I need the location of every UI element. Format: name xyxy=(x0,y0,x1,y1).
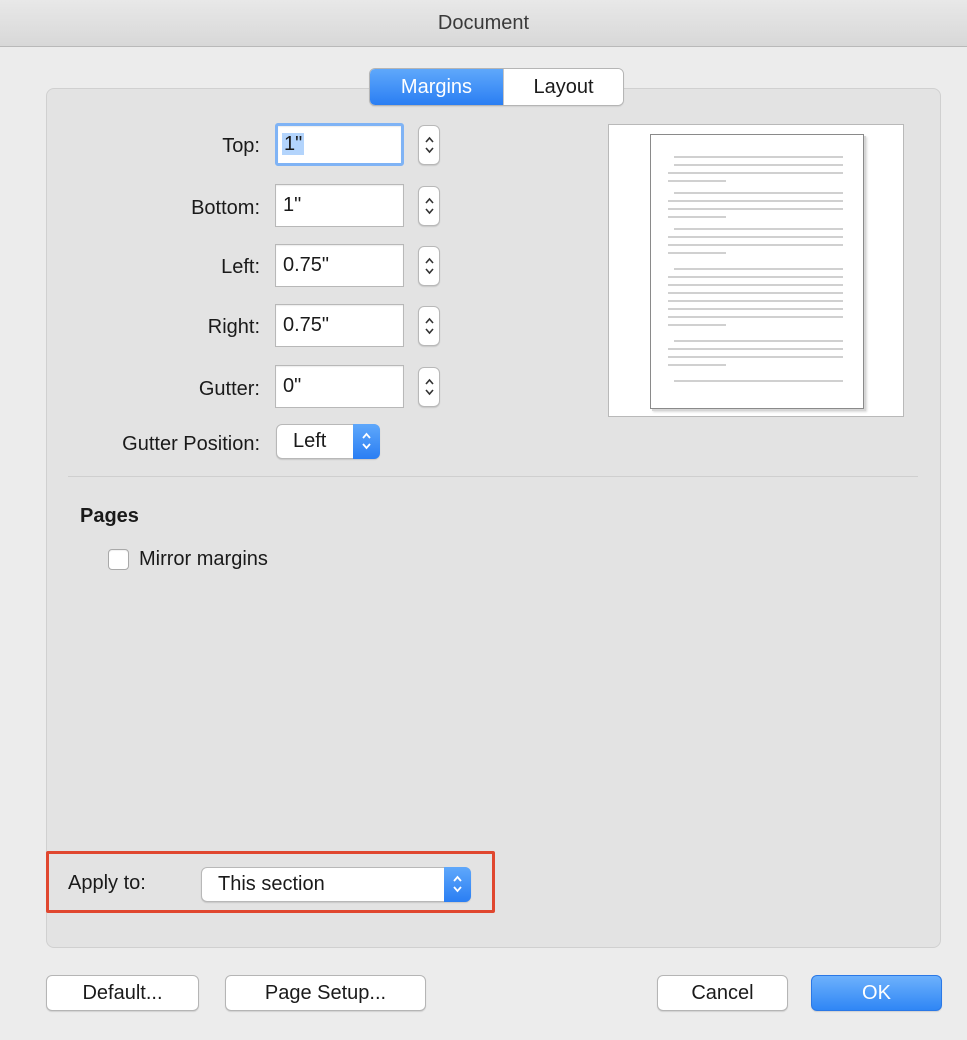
ok-button[interactable]: OK xyxy=(811,975,942,1011)
stepper-arrows-icon xyxy=(425,378,434,396)
top-label: Top: xyxy=(222,135,260,157)
gutter-label: Gutter: xyxy=(198,378,260,400)
cancel-button[interactable]: Cancel xyxy=(657,975,788,1011)
stepper-arrows-icon xyxy=(425,197,434,215)
gutter-stepper[interactable] xyxy=(418,367,440,407)
gutter-position-label: Gutter Position: xyxy=(122,433,260,455)
left-margin-stepper[interactable] xyxy=(418,246,440,286)
tab-layout[interactable]: Layout xyxy=(503,69,623,105)
stepper-arrows-icon xyxy=(425,317,434,335)
tab-margins[interactable]: Margins xyxy=(370,69,503,105)
top-margin-field[interactable]: 1" xyxy=(275,123,404,166)
apply-to-highlight-box xyxy=(46,851,495,913)
left-label: Left: xyxy=(221,256,260,278)
popup-arrow xyxy=(353,424,380,459)
top-margin-value: 1" xyxy=(282,133,305,155)
mirror-margins-checkbox[interactable] xyxy=(108,549,129,570)
right-margin-field[interactable]: 0.75" xyxy=(275,304,404,347)
page-lines-graphic xyxy=(668,156,843,382)
mirror-margins-label[interactable]: Mirror margins xyxy=(139,548,268,571)
left-margin-field[interactable]: 0.75" xyxy=(275,244,404,287)
page-preview xyxy=(608,124,904,417)
default-button[interactable]: Default... xyxy=(46,975,199,1011)
bottom-margin-field[interactable]: 1" xyxy=(275,184,404,227)
pages-heading: Pages xyxy=(80,505,139,527)
chevron-updown-icon xyxy=(362,432,371,450)
gutter-position-popup[interactable]: Left xyxy=(276,424,380,459)
right-label: Right: xyxy=(207,316,260,338)
page-setup-button[interactable]: Page Setup... xyxy=(225,975,426,1011)
gutter-field[interactable]: 0" xyxy=(275,365,404,408)
page-thumbnail xyxy=(650,134,864,409)
stepper-arrows-icon xyxy=(425,257,434,275)
tab-bar: Margins Layout xyxy=(369,68,624,106)
top-margin-stepper[interactable] xyxy=(418,125,440,165)
window-title: Document xyxy=(0,0,967,47)
section-divider xyxy=(68,476,918,477)
bottom-margin-stepper[interactable] xyxy=(418,186,440,226)
bottom-label: Bottom: xyxy=(191,197,260,219)
stepper-arrows-icon xyxy=(425,136,434,154)
gutter-position-value: Left xyxy=(293,430,327,452)
right-margin-stepper[interactable] xyxy=(418,306,440,346)
